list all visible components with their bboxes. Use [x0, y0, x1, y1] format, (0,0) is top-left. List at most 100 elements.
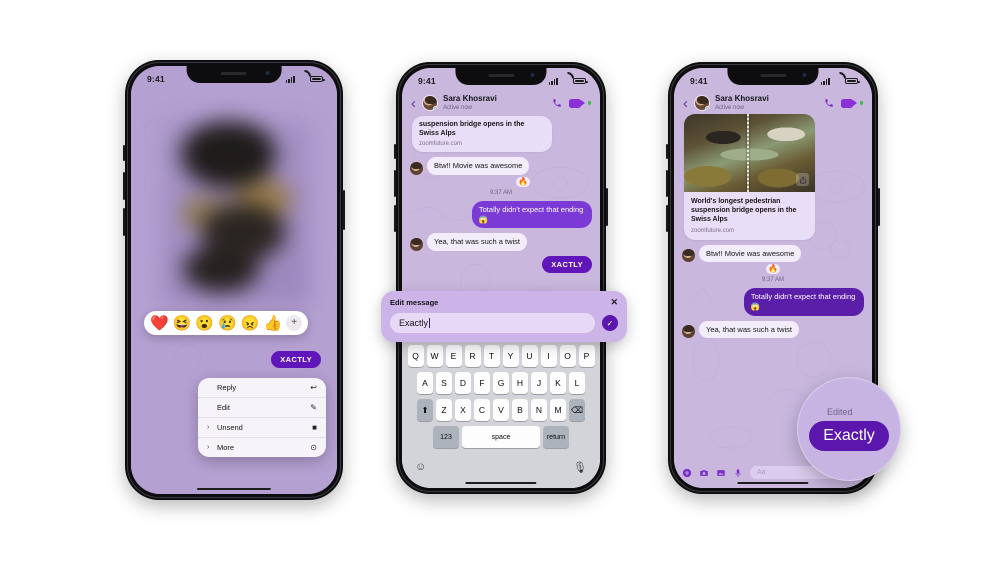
link-preview-row-3[interactable]: World's longest pedestrian suspension br… [684, 114, 864, 240]
key-a[interactable]: A [417, 372, 433, 394]
contact-info-2[interactable]: Sara Khosravi Active now [443, 94, 547, 111]
key-n[interactable]: N [531, 399, 547, 421]
key-k[interactable]: K [550, 372, 566, 394]
message-reaction-fire-3[interactable]: 🔥 [766, 264, 781, 275]
plus-icon[interactable] [682, 468, 692, 478]
numbers-key[interactable]: 123 [433, 426, 459, 448]
key-r[interactable]: R [464, 345, 481, 367]
message-reaction-fire[interactable]: 🔥 [516, 176, 531, 187]
outgoing-message-row-1[interactable]: Totally didn't expect that ending 😱 [410, 200, 592, 229]
zoom-magnifier-callout: Edited Exactly [797, 377, 901, 481]
key-d[interactable]: D [455, 372, 471, 394]
close-icon[interactable]: ✕ [610, 298, 618, 307]
onscreen-keyboard[interactable]: Q W E R T Y U I O P A S D F G H J K L ⬆ … [402, 340, 600, 488]
key-p[interactable]: P [578, 345, 595, 367]
contact-name-2: Sara Khosravi [443, 94, 497, 104]
incoming-message-row-3b[interactable]: Yea, that was such a twist [682, 320, 864, 338]
online-indicator-3 [705, 106, 709, 110]
key-m[interactable]: M [550, 399, 566, 421]
link-preview-card-2[interactable]: suspension bridge opens in the Swiss Alp… [412, 116, 553, 153]
back-button-2[interactable]: ‹ [411, 96, 416, 111]
outgoing-bubble-1[interactable]: Totally didn't expect that ending 😱 [471, 200, 592, 229]
key-v[interactable]: V [493, 399, 509, 421]
outgoing-bubble-xactly-2[interactable]: XACTLY [542, 255, 592, 273]
backspace-key[interactable]: ⌫ [569, 399, 585, 421]
key-j[interactable]: J [531, 372, 547, 394]
key-i[interactable]: I [540, 345, 557, 367]
key-h[interactable]: H [512, 372, 528, 394]
message-context-menu[interactable]: Reply ↩ Edit ✎ › Unsend ■ › More ⊙ [198, 378, 326, 457]
incoming-message-row-1[interactable]: Btw!! Movie was awesome [410, 157, 592, 175]
context-menu-item-reply[interactable]: Reply ↩ [198, 378, 326, 398]
key-y[interactable]: Y [502, 345, 519, 367]
shift-key[interactable]: ⬆ [417, 399, 433, 421]
space-key[interactable]: space [462, 426, 540, 448]
key-t[interactable]: T [483, 345, 500, 367]
key-e[interactable]: E [445, 345, 462, 367]
emoji-key-icon[interactable]: ☺ [415, 461, 426, 473]
key-z[interactable]: Z [436, 399, 452, 421]
link-preview-card-3[interactable]: World's longest pedestrian suspension br… [684, 114, 816, 240]
return-key[interactable]: return [543, 426, 569, 448]
highlighted-message-bubble[interactable]: XACTLY [271, 351, 321, 368]
incoming-bubble-3b[interactable]: Yea, that was such a twist [699, 320, 800, 338]
key-s[interactable]: S [436, 372, 452, 394]
key-b[interactable]: B [512, 399, 528, 421]
key-o[interactable]: O [559, 345, 576, 367]
outgoing-bubble-3a[interactable]: Totally didn't expect that ending 😱 [743, 288, 864, 316]
contact-presence-2: Active now [443, 104, 473, 111]
back-button-3[interactable]: ‹ [683, 96, 688, 111]
contact-avatar-3[interactable] [694, 95, 710, 111]
incoming-message-row-2[interactable]: Yea, that was such a twist [410, 233, 592, 251]
home-indicator-1[interactable] [196, 487, 272, 490]
incoming-bubble-3a[interactable]: Btw!! Movie was awesome [699, 244, 802, 263]
video-call-icon[interactable] [568, 98, 585, 108]
home-indicator-3[interactable] [737, 481, 809, 484]
key-f[interactable]: F [474, 372, 490, 394]
link-preview-row[interactable]: suspension bridge opens in the Swiss Alp… [412, 116, 592, 153]
edit-message-input[interactable]: Exactly [390, 313, 595, 333]
key-u[interactable]: U [521, 345, 538, 367]
key-l[interactable]: L [569, 372, 585, 394]
reaction-sad-icon[interactable]: 😢 [218, 316, 237, 331]
camera-icon[interactable] [699, 468, 709, 478]
earpiece-speaker-3 [759, 74, 786, 77]
gallery-icon[interactable] [716, 468, 726, 478]
plus-glyph [682, 468, 692, 477]
dictation-key-icon[interactable]: 🎙 [573, 461, 587, 474]
video-call-icon-3[interactable] [840, 98, 857, 108]
share-icon[interactable] [796, 173, 810, 186]
incoming-bubble-2[interactable]: Yea, that was such a twist [427, 233, 528, 251]
reaction-heart-icon[interactable]: ❤️ [150, 316, 169, 331]
context-menu-item-edit[interactable]: Edit ✎ [198, 398, 326, 418]
incoming-message-row-3a[interactable]: Btw!! Movie was awesome [682, 244, 864, 263]
key-x[interactable]: X [455, 399, 471, 421]
reaction-picker-bar[interactable]: ❤️ 😆 😮 😢 😠 👍 + [144, 311, 309, 335]
voice-call-icon-3[interactable] [824, 98, 834, 108]
contact-info-3[interactable]: Sara Khosravi Active now [715, 94, 819, 111]
home-indicator-2[interactable] [465, 481, 537, 484]
message-timestamp-2: 9:37 AM [489, 189, 512, 196]
outgoing-bubble-xactly[interactable]: XACTLY [271, 351, 321, 368]
contact-avatar-2[interactable] [422, 95, 438, 111]
voice-call-icon[interactable] [552, 98, 562, 108]
reaction-like-icon[interactable]: 👍 [263, 316, 282, 331]
key-w[interactable]: W [426, 345, 443, 367]
edit-message-panel[interactable]: Edit message ✕ Exactly ✓ [381, 291, 627, 342]
more-reactions-button[interactable]: + [286, 315, 303, 331]
reaction-wow-icon[interactable]: 😮 [195, 316, 214, 331]
link-preview-meta-3: World's longest pedestrian suspension br… [684, 192, 815, 240]
confirm-edit-button[interactable]: ✓ [602, 315, 618, 331]
key-g[interactable]: G [493, 372, 509, 394]
context-menu-item-more[interactable]: › More ⊙ [198, 438, 326, 457]
context-menu-item-unsend[interactable]: › Unsend ■ [198, 418, 326, 438]
reaction-angry-icon[interactable]: 😠 [241, 316, 260, 331]
incoming-bubble-1[interactable]: Btw!! Movie was awesome [427, 157, 530, 175]
microphone-icon[interactable] [733, 468, 743, 478]
outgoing-message-row-2[interactable]: XACTLY [410, 255, 592, 273]
key-c[interactable]: C [474, 399, 490, 421]
reaction-haha-icon[interactable]: 😆 [173, 316, 192, 331]
key-q[interactable]: Q [407, 345, 424, 367]
wifi-icon-2 [561, 78, 570, 85]
outgoing-message-row-3a[interactable]: Totally didn't expect that ending 😱 [682, 288, 864, 316]
